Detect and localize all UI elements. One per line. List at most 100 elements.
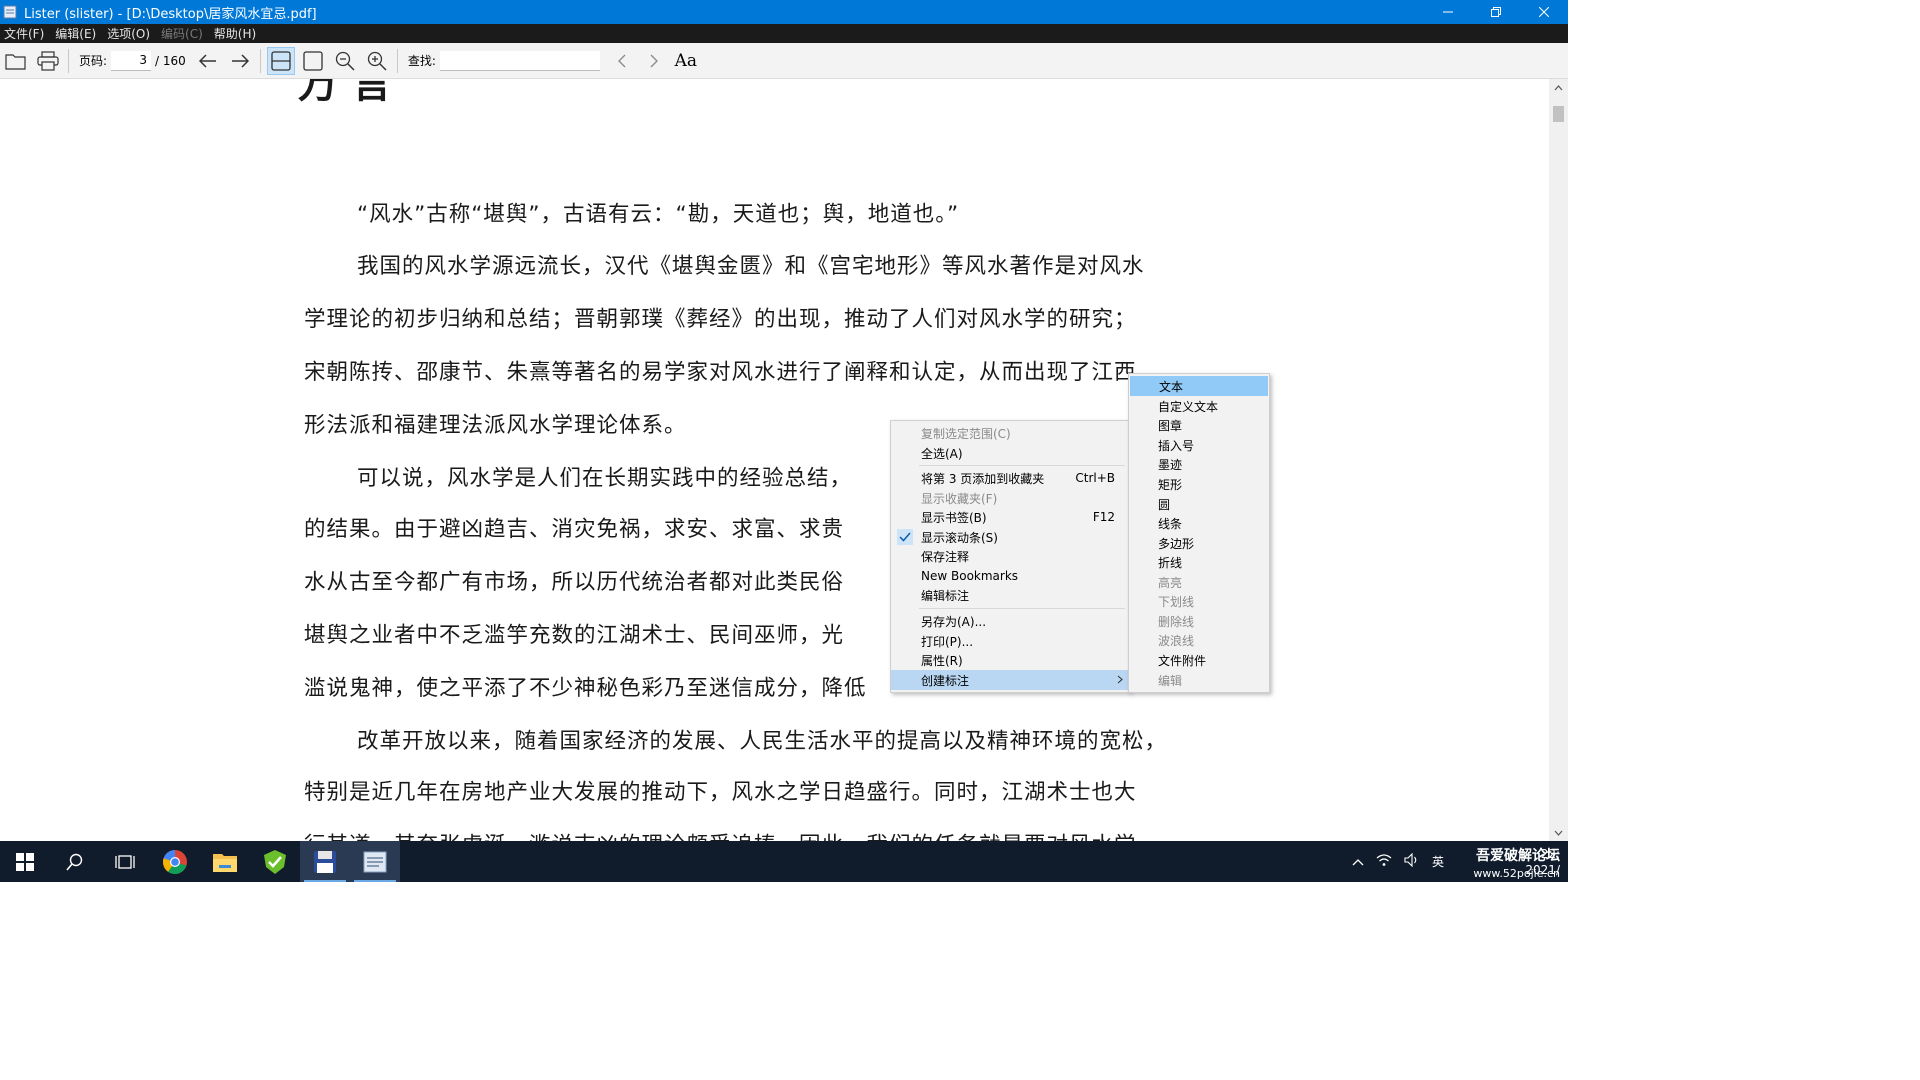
app-icon (2, 4, 18, 20)
tray-overflow-button[interactable] (1352, 855, 1364, 869)
context-menu: 复制选定范围(C) 全选(A) 将第 3 页添加到收藏夹 Ctrl+B 显示收藏… (890, 420, 1130, 693)
menu-item-create-annotation[interactable]: 创建标注 (891, 670, 1129, 690)
continuous-view-button[interactable] (266, 46, 295, 75)
menu-help[interactable]: 帮助(H) (210, 25, 263, 42)
submenu-item-strikeout[interactable]: 删除线 (1129, 611, 1269, 631)
find-input[interactable] (439, 50, 600, 71)
submenu-item-polygon[interactable]: 多边形 (1129, 533, 1269, 553)
menu-item-save-as[interactable]: 另存为(A)... (891, 611, 1129, 631)
menu-item-new-bookmarks[interactable]: New Bookmarks (891, 566, 1129, 586)
watermark-title: 吾爱破解论坛 (1476, 847, 1560, 864)
chevron-up-icon (1554, 84, 1563, 90)
menu-edit[interactable]: 编辑(E) (51, 25, 103, 42)
shortcut-label: F12 (1092, 510, 1115, 524)
submenu-item-polyline[interactable]: 折线 (1129, 552, 1269, 572)
menu-item-show-favorites[interactable]: 显示收藏夹(F) (891, 488, 1129, 508)
menu-item-show-scrollbar[interactable]: 显示滚动条(S) (891, 527, 1129, 547)
submenu-item-edit[interactable]: 编辑 (1129, 670, 1269, 690)
scroll-down-button[interactable] (1549, 824, 1568, 841)
submenu-item-caret[interactable]: 插入号 (1129, 435, 1269, 455)
watermark-url: www.52pojie.cn (1473, 866, 1560, 880)
network-button[interactable] (1376, 853, 1392, 870)
submenu-item-file-attachment[interactable]: 文件附件 (1129, 650, 1269, 670)
minimize-button[interactable] (1424, 0, 1472, 24)
text-line: “风水”古称“堪舆”，古语有云：“勘，天道也；舆，地道也。” (357, 202, 960, 227)
vertical-scrollbar[interactable] (1549, 79, 1568, 841)
menu-item-print[interactable]: 打印(P)... (891, 631, 1129, 651)
font-button[interactable]: Aa (672, 47, 700, 75)
menu-bar: 文件(F) 编辑(E) 选项(O) 编码(C) 帮助(H) (0, 24, 1568, 43)
font-icon: Aa (674, 50, 698, 71)
file-explorer-icon (213, 853, 237, 872)
start-button[interactable] (0, 841, 50, 882)
menu-item-edit-annotation[interactable]: 编辑标注 (891, 585, 1129, 605)
taskbar-app-floppy[interactable] (300, 841, 350, 882)
taskbar-app-green-shield[interactable] (250, 841, 300, 882)
submenu-arrow-icon (1117, 673, 1123, 687)
submenu-item-squiggly[interactable]: 波浪线 (1129, 630, 1269, 650)
ime-indicator[interactable]: 英 (1432, 853, 1444, 870)
taskbar: 英 22: 2021/ 吾爱破解论坛 www.52pojie.cn (0, 841, 1568, 882)
speaker-icon (1404, 852, 1417, 868)
print-button[interactable] (34, 47, 62, 75)
find-label: 查找: (407, 54, 436, 68)
menu-options[interactable]: 选项(O) (103, 25, 157, 42)
document-viewer[interactable]: 万 言 “风水”古称“堪舆”，古语有云：“勘，天道也；舆，地道也。” 我国的风水… (0, 79, 1549, 841)
previous-page-button[interactable] (194, 47, 222, 75)
menu-item-save-annotations[interactable]: 保存注释 (891, 546, 1129, 566)
search-button[interactable] (50, 841, 100, 882)
next-page-button[interactable] (226, 47, 254, 75)
windows-start-icon (16, 852, 34, 871)
toolbar-separator (68, 48, 69, 73)
menu-item-copy-selection[interactable]: 复制选定范围(C) (891, 423, 1129, 443)
scroll-up-button[interactable] (1549, 79, 1568, 96)
find-next-button[interactable] (640, 47, 668, 75)
zoom-out-button[interactable] (331, 47, 359, 75)
menu-item-select-all[interactable]: 全选(A) (891, 443, 1129, 463)
text-line: 宋朝陈抟、邵康节、朱熹等著名的易学家对风水进行了阐释和认定，从而出现了江西 (304, 360, 1137, 385)
floppy-save-app-icon (314, 850, 336, 873)
green-shield-app-icon (264, 849, 286, 874)
single-page-button[interactable] (299, 47, 327, 75)
open-folder-button[interactable] (2, 47, 30, 75)
menu-item-show-bookmarks[interactable]: 显示书签(B) F12 (891, 507, 1129, 527)
search-icon (66, 853, 83, 871)
taskbar-app-lister[interactable] (350, 841, 400, 882)
page-total: / 160 (155, 53, 186, 68)
menu-item-add-favorite[interactable]: 将第 3 页添加到收藏夹 Ctrl+B (891, 468, 1129, 488)
taskbar-app-file-explorer[interactable] (200, 841, 250, 882)
menu-file[interactable]: 文件(F) (0, 25, 51, 42)
zoom-in-icon (367, 51, 387, 71)
lister-app-icon (363, 851, 387, 872)
close-icon (1539, 7, 1549, 17)
text-line: 学理论的初步归纳和总结；晋朝郭璞《葬经》的出现，推动了人们对风水学的研究； (304, 307, 1137, 332)
submenu-item-highlight[interactable]: 高亮 (1129, 572, 1269, 592)
submenu-item-rectangle[interactable]: 矩形 (1129, 474, 1269, 494)
taskbar-app-chrome[interactable] (150, 841, 200, 882)
volume-button[interactable] (1404, 852, 1420, 870)
submenu-item-custom-text[interactable]: 自定义文本 (1129, 396, 1269, 416)
close-button[interactable] (1520, 0, 1568, 24)
submenu-item-underline[interactable]: 下划线 (1129, 591, 1269, 611)
menu-item-properties[interactable]: 属性(R) (891, 650, 1129, 670)
menu-separator (919, 608, 1125, 609)
text-line: 行其道，其夸张虚诞、滥说吉凶的理论颇受追捧，因此，我们的任务就是要对风水学 (304, 828, 1219, 841)
restore-icon (1491, 7, 1501, 17)
menu-encoding[interactable]: 编码(C) (157, 25, 210, 42)
submenu-item-stamp[interactable]: 图章 (1129, 415, 1269, 435)
restore-button[interactable] (1472, 0, 1520, 24)
text-line: 我国的风水学源远流长，汉代《堪舆金匮》和《宫宅地形》等风水著作是对风水 (357, 254, 1145, 279)
task-view-icon (115, 854, 135, 869)
zoom-in-button[interactable] (363, 47, 391, 75)
submenu-item-line[interactable]: 线条 (1129, 513, 1269, 533)
find-previous-button[interactable] (608, 47, 636, 75)
zoom-out-icon (335, 51, 355, 71)
scroll-thumb[interactable] (1553, 106, 1564, 122)
page-number-input[interactable] (111, 50, 152, 71)
clock[interactable]: 22: 2021/ 吾爱破解论坛 www.52pojie.cn (1450, 846, 1560, 880)
submenu-item-ink[interactable]: 墨迹 (1129, 454, 1269, 474)
system-tray: 英 22: 2021/ 吾爱破解论坛 www.52pojie.cn (1346, 841, 1568, 882)
task-view-button[interactable] (100, 841, 150, 882)
submenu-item-circle[interactable]: 圆 (1129, 494, 1269, 514)
submenu-item-text[interactable]: 文本 (1130, 376, 1268, 396)
